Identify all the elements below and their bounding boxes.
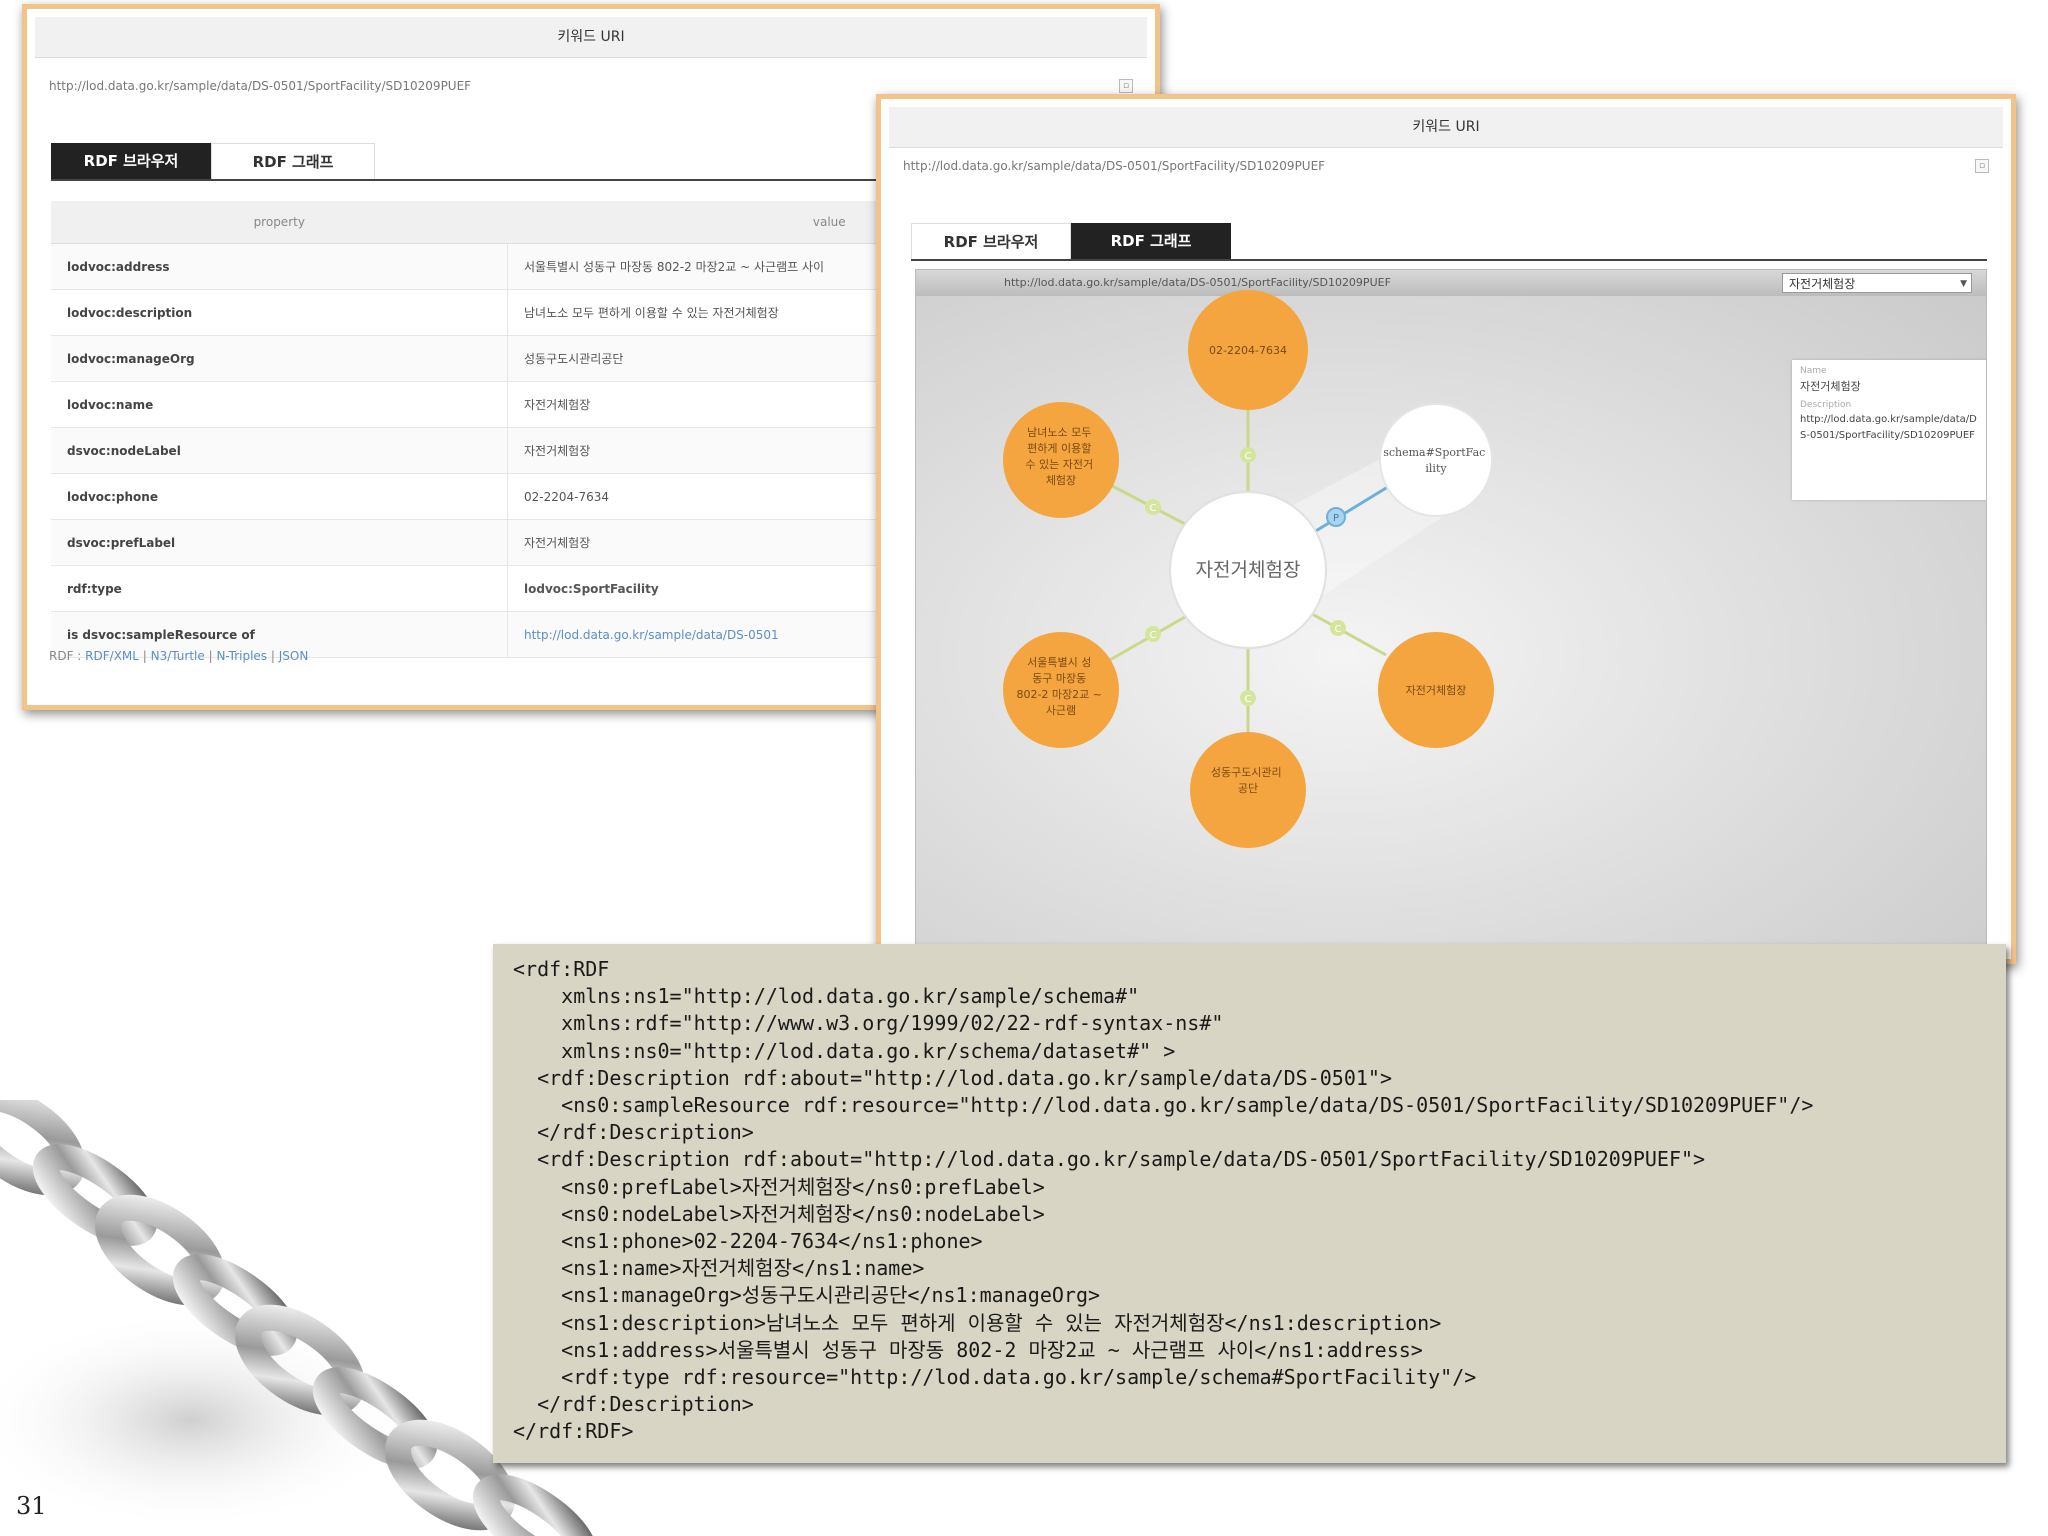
edge-label-lower-left[interactable]: C [1145, 626, 1161, 642]
property-cell[interactable]: lodvoc:address [51, 243, 508, 290]
graph-node-phone[interactable]: 02-2204-7634 [1188, 290, 1308, 410]
edge-label-upper-left[interactable]: C [1145, 499, 1161, 515]
tab-rdf-browser[interactable]: RDF 브라우저 [51, 143, 211, 179]
svg-text:C: C [1335, 624, 1342, 635]
graph-node-pref-label[interactable]: 자전거체험장 [1378, 632, 1494, 748]
tab-rdf-graph[interactable]: RDF 그래프 [211, 143, 375, 179]
code-line: <rdf:RDF [513, 957, 610, 981]
format-links: RDF : RDF/XML | N3/Turtle | N-Triples | … [49, 649, 309, 663]
rdf-xml-code-box: <rdf:RDF xmlns:ns1="http://lod.data.go.k… [493, 944, 2006, 1463]
tab-bar: RDF 브라우저 RDF 그래프 [911, 223, 1987, 261]
code-line: <ns0:prefLabel>자전거체험장</ns0:prefLabel> [513, 1174, 1045, 1199]
edge-label-schema[interactable]: P [1326, 507, 1346, 527]
property-cell[interactable]: lodvoc:description [51, 289, 508, 336]
code-line: xmlns:rdf="http://www.w3.org/1999/02/22-… [513, 1011, 1224, 1036]
svg-text:C: C [1245, 451, 1252, 462]
code-line: <ns0:sampleResource rdf:resource="http:/… [513, 1093, 1814, 1118]
info-name-label: Name [1800, 366, 1827, 376]
edge-label-bottom[interactable]: C [1240, 690, 1256, 706]
edge-label-top[interactable]: C [1240, 447, 1256, 463]
edge-label-lower-right[interactable]: C [1330, 620, 1346, 636]
property-cell[interactable]: lodvoc:name [51, 381, 508, 428]
svg-text:C: C [1150, 630, 1157, 641]
code-line: </rdf:Description> [513, 1120, 754, 1145]
format-link-n3turtle[interactable]: N3/Turtle [151, 649, 205, 663]
copy-icon[interactable]: ▫ [1975, 159, 1989, 173]
property-cell[interactable]: dsvoc:prefLabel [51, 519, 508, 566]
graph-node-manage-org[interactable]: 성동구도시관리 공단 [1190, 732, 1306, 848]
code-line: <ns1:manageOrg>성동구도시관리공단</ns1:manageOrg> [513, 1283, 1101, 1308]
keyword-uri-value[interactable]: http://lod.data.go.kr/sample/data/DS-050… [49, 79, 471, 93]
rdf-xml-code: <rdf:RDF xmlns:ns1="http://lod.data.go.k… [513, 956, 1813, 1446]
format-link-rdfxml[interactable]: RDF/XML [85, 649, 139, 663]
tab-rdf-browser[interactable]: RDF 브라우저 [911, 223, 1071, 259]
code-line: <ns1:phone>02-2204-7634</ns1:phone> [513, 1229, 983, 1254]
rdf-graph-panel: 키워드 URI http://lod.data.go.kr/sample/dat… [876, 94, 2016, 971]
code-line: xmlns:ns0="http://lod.data.go.kr/schema/… [513, 1038, 1176, 1063]
tab-rdf-graph[interactable]: RDF 그래프 [1071, 223, 1231, 259]
format-link-json[interactable]: JSON [279, 649, 309, 663]
svg-text:C: C [1245, 694, 1252, 705]
column-header-property[interactable]: property [51, 201, 508, 244]
svg-text:C: C [1150, 503, 1157, 514]
property-cell[interactable]: dsvoc:nodeLabel [51, 427, 508, 474]
code-line: </rdf:Description> [513, 1392, 754, 1417]
property-cell[interactable]: lodvoc:phone [51, 473, 508, 520]
code-line: <rdf:type rdf:resource="http://lod.data.… [513, 1365, 1477, 1390]
property-cell[interactable]: rdf:type [51, 565, 508, 612]
code-line: <ns0:nodeLabel>자전거체험장</ns0:nodeLabel> [513, 1201, 1045, 1226]
graph-node-description[interactable]: 남녀노소 모두 편하게 이용할 수 있는 자전거 체험장 [1003, 402, 1119, 518]
code-line: <ns1:address>서울특별시 성동구 마장동 802-2 마장2교 ~ … [513, 1337, 1423, 1362]
keyword-uri-header: 키워드 URI [35, 17, 1147, 58]
graph-node-center[interactable]: 자전거체험장 [1169, 491, 1327, 649]
info-description-value[interactable]: http://lod.data.go.kr/sample/data/DS-050… [1800, 412, 1982, 444]
svg-text:P: P [1333, 513, 1339, 524]
code-line: <rdf:Description rdf:about="http://lod.d… [513, 1147, 1706, 1172]
info-name-value: 자전거체험장 [1800, 380, 1861, 393]
code-line: <ns1:description>남녀노소 모두 편하게 이용할 수 있는 자전… [513, 1310, 1442, 1335]
info-description-label: Description [1800, 400, 1852, 410]
keyword-uri-header: 키워드 URI [889, 107, 2003, 148]
code-line: xmlns:ns1="http://lod.data.go.kr/sample/… [513, 984, 1140, 1009]
copy-icon[interactable]: ▫ [1119, 79, 1133, 93]
node-info-box: Name 자전거체험장 Description http://lod.data.… [1792, 360, 1986, 500]
rdf-graph-canvas[interactable]: http://lod.data.go.kr/sample/data/DS-050… [915, 269, 1987, 971]
page-number: 31 [16, 1492, 47, 1520]
code-line: </rdf:RDF> [513, 1419, 634, 1444]
graph-node-schema[interactable]: schema#SportFac ility [1379, 403, 1493, 517]
svg-text:02-2204-7634: 02-2204-7634 [1209, 344, 1287, 357]
format-link-ntriples[interactable]: N-Triples [216, 649, 267, 663]
code-line: <ns1:name>자전거체험장</ns1:name> [513, 1256, 925, 1281]
graph-node-address[interactable]: 서울특별시 성 동구 마장동 802-2 마장2교 ~ 사근램 [1003, 632, 1119, 748]
code-line: <rdf:Description rdf:about="http://lod.d… [513, 1065, 1392, 1090]
formats-prefix: RDF : [49, 649, 82, 663]
svg-text:자전거체험장: 자전거체험장 [1196, 559, 1301, 581]
property-cell[interactable]: lodvoc:manageOrg [51, 335, 508, 382]
keyword-uri-value[interactable]: http://lod.data.go.kr/sample/data/DS-050… [903, 159, 1325, 173]
svg-text:자전거체험장: 자전거체험장 [1406, 684, 1467, 697]
